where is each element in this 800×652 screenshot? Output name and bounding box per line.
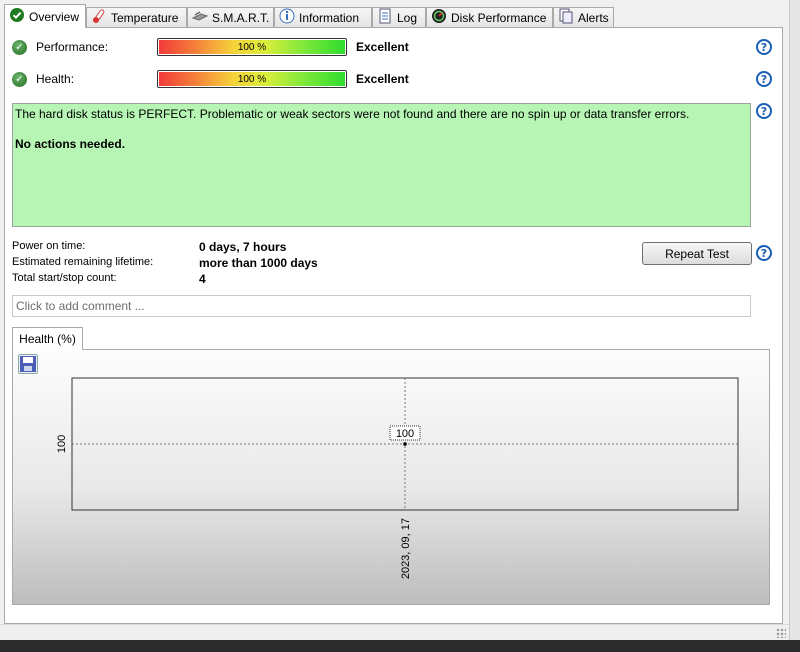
window-bottom-border	[0, 640, 800, 652]
health-chart: 100 2023, 09, 17 100	[56, 377, 739, 579]
x-tick-label: 2023, 09, 17	[400, 518, 412, 579]
data-label: 100	[396, 428, 414, 440]
y-tick-label: 100	[56, 435, 68, 453]
tab-overview[interactable]: Overview	[4, 4, 86, 28]
data-point	[403, 442, 407, 446]
status-strip	[0, 624, 789, 641]
check-circle-icon	[9, 7, 25, 26]
resize-grip-icon[interactable]	[776, 628, 786, 638]
window-edge	[789, 0, 800, 640]
tab-health-chart[interactable]: Health (%)	[12, 327, 83, 350]
tab-label: Overview	[29, 9, 80, 24]
